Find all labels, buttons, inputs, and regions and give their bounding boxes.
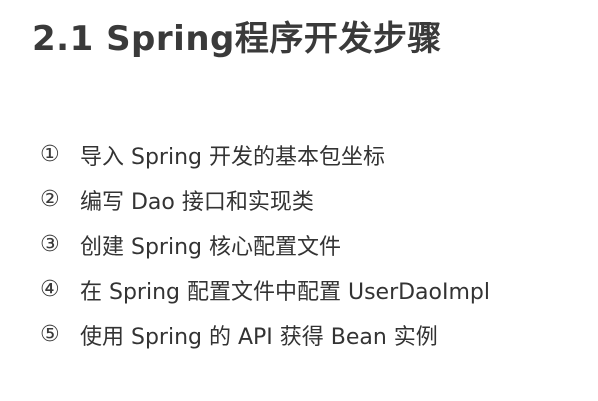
step-item-3: ③ 创建 Spring 核心配置文件 [40, 222, 490, 267]
step-number: ⑤ [40, 322, 60, 347]
step-item-2: ② 编写 Dao 接口和实现类 [40, 177, 490, 222]
slide: 2.1 Spring程序开发步骤 ① 导入 Spring 开发的基本包坐标 ② … [0, 0, 598, 401]
step-text: 使用 Spring 的 API 获得 Bean 实例 [80, 324, 438, 350]
step-item-4: ④ 在 Spring 配置文件中配置 UserDaoImpl [40, 267, 490, 312]
step-text: 导入 Spring 开发的基本包坐标 [80, 144, 385, 170]
step-number: ② [40, 187, 60, 212]
step-text: 在 Spring 配置文件中配置 UserDaoImpl [80, 279, 490, 305]
step-number: ① [40, 142, 60, 167]
step-item-5: ⑤ 使用 Spring 的 API 获得 Bean 实例 [40, 312, 490, 357]
step-number: ④ [40, 277, 60, 302]
slide-title: 2.1 Spring程序开发步骤 [32, 19, 442, 59]
step-item-1: ① 导入 Spring 开发的基本包坐标 [40, 132, 490, 177]
steps-list: ① 导入 Spring 开发的基本包坐标 ② 编写 Dao 接口和实现类 ③ 创… [40, 132, 490, 357]
step-number: ③ [40, 232, 60, 257]
step-text: 创建 Spring 核心配置文件 [80, 234, 341, 260]
step-text: 编写 Dao 接口和实现类 [80, 189, 314, 215]
